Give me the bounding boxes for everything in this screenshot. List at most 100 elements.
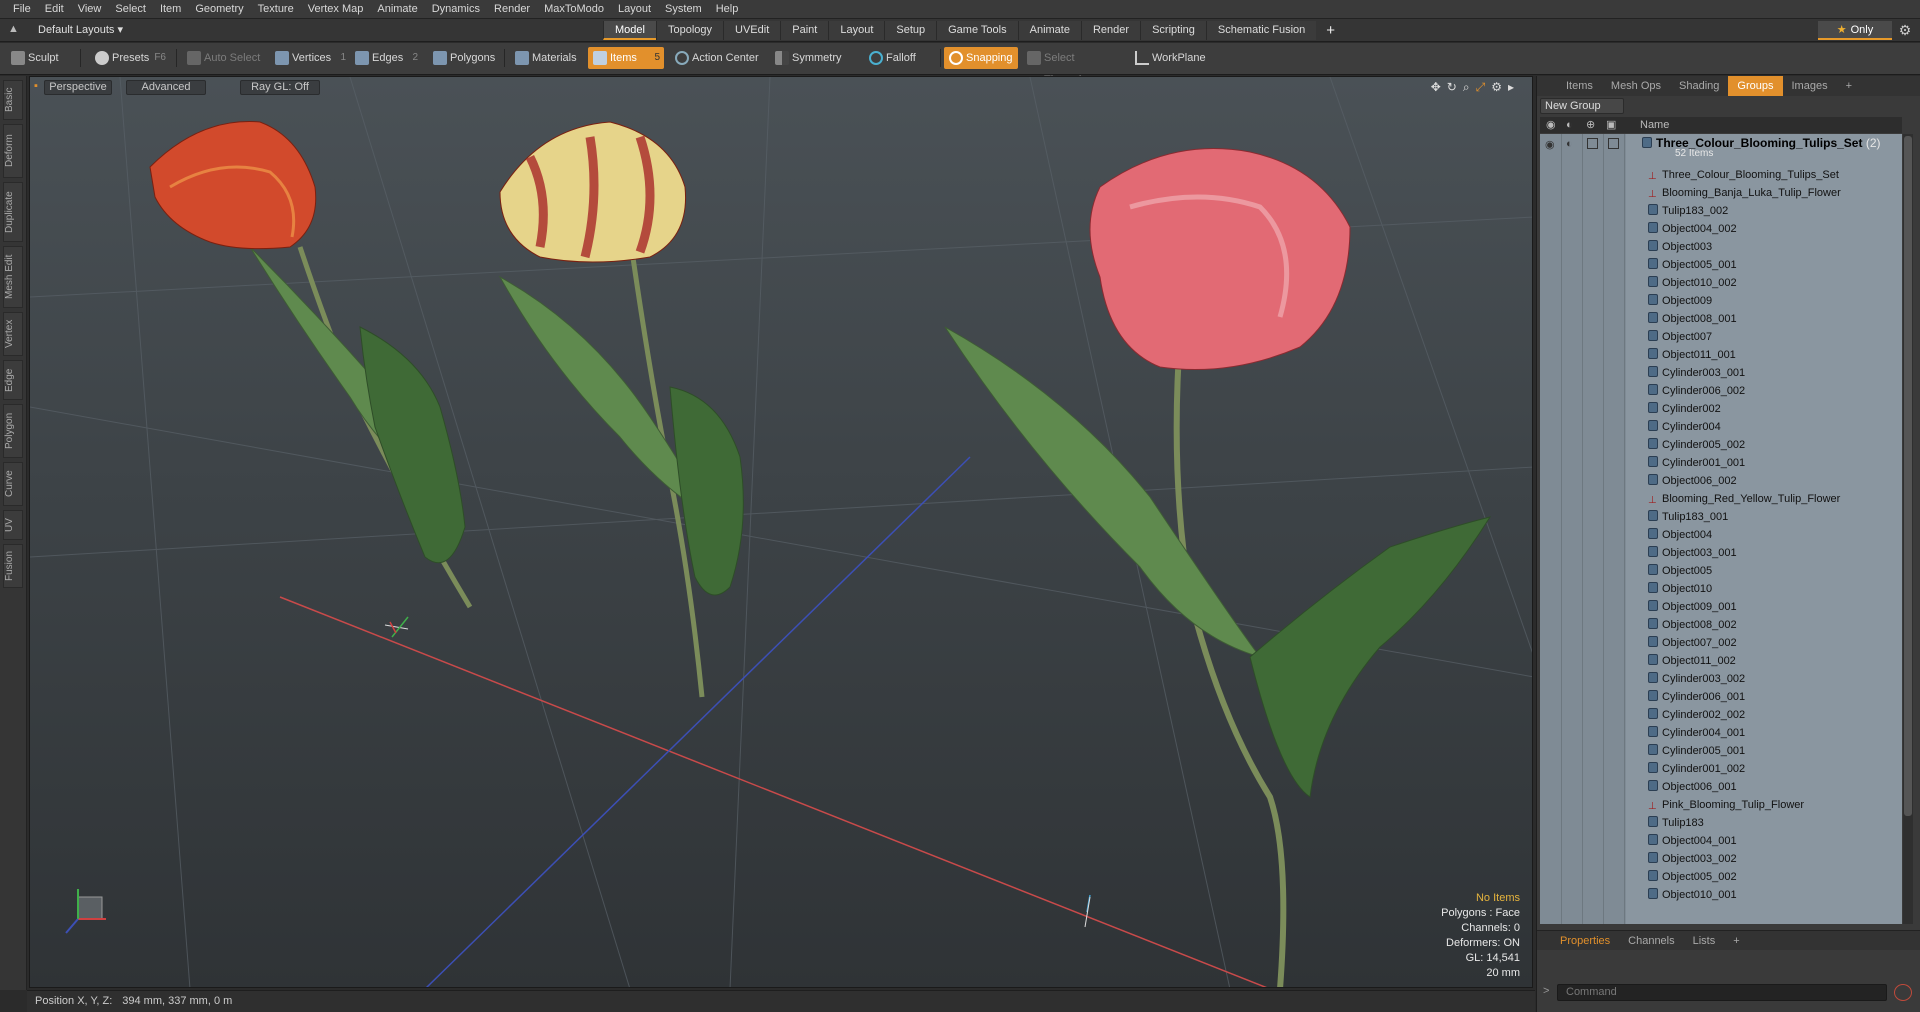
left-tab-deform[interactable]: Deform — [3, 124, 23, 178]
list-item[interactable]: Tulip183_002 — [1648, 202, 1728, 220]
panel-tab-images[interactable]: Images — [1783, 76, 1837, 96]
tab-game-tools[interactable]: Game Tools — [936, 21, 1018, 40]
menu-vertex-map[interactable]: Vertex Map — [301, 0, 371, 19]
list-item[interactable]: Cylinder006_001 — [1648, 688, 1745, 706]
list-item[interactable]: ⊥ Blooming_Banja_Luka_Tulip_Flower — [1648, 184, 1841, 202]
list-item[interactable]: Object005_001 — [1648, 256, 1737, 274]
symmetry-button[interactable]: Symmetry — [770, 47, 850, 69]
list-item[interactable]: Object004_001 — [1648, 832, 1737, 850]
sculpt-button[interactable]: Sculpt — [6, 47, 66, 69]
select-through-button[interactable]: Select Through — [1022, 47, 1118, 86]
left-tab-polygon[interactable]: Polygon — [3, 404, 23, 458]
list-item[interactable]: Object009_001 — [1648, 598, 1737, 616]
tab-scripting[interactable]: Scripting — [1140, 21, 1206, 40]
list-item[interactable]: Object011_001 — [1648, 346, 1736, 364]
list-item[interactable]: Cylinder002 — [1648, 400, 1721, 418]
menu-edit[interactable]: Edit — [38, 0, 71, 19]
shading-dropdown[interactable]: Advanced — [126, 80, 206, 95]
list-item[interactable]: Object010_001 — [1648, 886, 1737, 904]
select-checkbox[interactable] — [1608, 138, 1619, 149]
list-item[interactable]: Object008_001 — [1648, 310, 1737, 328]
bottom-tab-properties[interactable]: Properties — [1551, 931, 1619, 950]
menu-maxtomodo[interactable]: MaxToModo — [537, 0, 611, 19]
list-item[interactable]: Object006_002 — [1648, 472, 1737, 490]
action-center-button[interactable]: Action Center — [670, 47, 762, 69]
list-item[interactable]: Object011_002 — [1648, 652, 1736, 670]
list-item[interactable]: Object006_001 — [1648, 778, 1737, 796]
list-item[interactable]: Object003_001 — [1648, 544, 1737, 562]
fit-view-icon[interactable]: ⤢ — [1476, 80, 1486, 95]
list-item[interactable]: Cylinder005_002 — [1648, 436, 1745, 454]
workplane-button[interactable]: WorkPlane — [1130, 47, 1210, 69]
list-item[interactable]: Object005_002 — [1648, 868, 1737, 886]
eye-icon[interactable]: ◉ — [1545, 138, 1555, 151]
move-view-icon[interactable]: ✥ — [1431, 80, 1441, 95]
lock-checkbox[interactable] — [1587, 138, 1598, 149]
list-item[interactable]: Cylinder005_001 — [1648, 742, 1745, 760]
edges-button[interactable]: Edges 2 — [350, 47, 422, 69]
falloff-button[interactable]: Falloff — [864, 47, 938, 69]
panel-tab-groups[interactable]: Groups — [1728, 76, 1783, 96]
command-input[interactable]: Command — [1557, 984, 1887, 1001]
list-item[interactable]: Object004_002 — [1648, 220, 1737, 238]
menu-item[interactable]: Item — [153, 0, 188, 19]
layout-icon[interactable]: ▲ — [8, 23, 22, 37]
expand-arrow-icon[interactable]: ▸ — [1508, 80, 1514, 95]
menu-file[interactable]: File — [6, 0, 38, 19]
tab-render[interactable]: Render — [1080, 21, 1141, 40]
list-item[interactable]: Object003 — [1648, 238, 1712, 256]
panel-tab-shading[interactable]: Shading — [1670, 76, 1728, 96]
only-button[interactable]: ★ Only — [1818, 21, 1892, 40]
tab-uvedit[interactable]: UVEdit — [723, 21, 781, 40]
polygons-button[interactable]: Polygons — [428, 47, 500, 69]
list-item[interactable]: Cylinder004_001 — [1648, 724, 1745, 742]
list-item[interactable]: ⊥ Pink_Blooming_Tulip_Flower — [1648, 796, 1804, 814]
left-tab-fusion[interactable]: Fusion — [3, 544, 23, 588]
list-item[interactable]: Cylinder001_001 — [1648, 454, 1745, 472]
tab-topology[interactable]: Topology — [655, 21, 724, 40]
bottom-tab-add[interactable]: + — [1724, 931, 1748, 950]
list-item[interactable]: Cylinder004 — [1648, 418, 1721, 436]
bottom-tab-channels[interactable]: Channels — [1619, 931, 1683, 950]
tab-paint[interactable]: Paint — [780, 21, 829, 40]
menu-animate[interactable]: Animate — [370, 0, 424, 19]
list-item[interactable]: Tulip183_001 — [1648, 508, 1728, 526]
menu-render[interactable]: Render — [487, 0, 537, 19]
rotate-view-icon[interactable]: ↻ — [1447, 80, 1457, 95]
layout-selector[interactable]: Default Layouts ▾ — [30, 22, 130, 39]
materials-button[interactable]: Materials — [510, 47, 582, 69]
left-tab-basic[interactable]: Basic — [3, 80, 23, 120]
gear-icon[interactable]: ⚙ — [1896, 22, 1914, 40]
add-tab-button[interactable]: + — [1316, 21, 1345, 40]
list-item[interactable]: Object005 — [1648, 562, 1712, 580]
new-group-button[interactable]: New Group — [1540, 98, 1624, 114]
list-item[interactable]: ⊥ Blooming_Red_Yellow_Tulip_Flower — [1648, 490, 1840, 508]
tulip-red-orange[interactable] — [149, 121, 473, 609]
lock-column-icon[interactable]: ⊕ — [1586, 117, 1595, 133]
list-item[interactable]: Cylinder003_002 — [1648, 670, 1745, 688]
snapping-button[interactable]: Snapping — [944, 47, 1018, 69]
tab-animate[interactable]: Animate — [1017, 21, 1081, 40]
tab-layout[interactable]: Layout — [828, 21, 885, 40]
list-item[interactable]: ⊥ Three_Colour_Blooming_Tulips_Set — [1648, 166, 1839, 184]
list-item[interactable]: Object009 — [1648, 292, 1712, 310]
bottom-tab-lists[interactable]: Lists — [1684, 931, 1725, 950]
left-tab-edge[interactable]: Edge — [3, 360, 23, 400]
left-tab-vertex[interactable]: Vertex — [3, 312, 23, 356]
auto-select-button[interactable]: Auto Select — [182, 47, 264, 69]
list-item[interactable]: Object007_002 — [1648, 634, 1737, 652]
vertices-button[interactable]: Vertices 1 — [270, 47, 350, 69]
tulip-pink[interactable] — [944, 148, 1492, 988]
list-item[interactable]: Cylinder001_002 — [1648, 760, 1745, 778]
left-tab-curve[interactable]: Curve — [3, 462, 23, 506]
tab-setup[interactable]: Setup — [884, 21, 937, 40]
left-tab-uv[interactable]: UV — [3, 510, 23, 540]
tab-schematic-fusion[interactable]: Schematic Fusion — [1205, 21, 1317, 40]
menu-view[interactable]: View — [71, 0, 109, 19]
left-tab-mesh-edit[interactable]: Mesh Edit — [3, 246, 23, 308]
menu-layout[interactable]: Layout — [611, 0, 658, 19]
visibility-column-icon[interactable]: ◉ — [1546, 117, 1556, 133]
left-tab-duplicate[interactable]: Duplicate — [3, 182, 23, 242]
raygl-toggle[interactable]: Ray GL: Off — [240, 80, 320, 95]
list-item[interactable]: Object010 — [1648, 580, 1712, 598]
